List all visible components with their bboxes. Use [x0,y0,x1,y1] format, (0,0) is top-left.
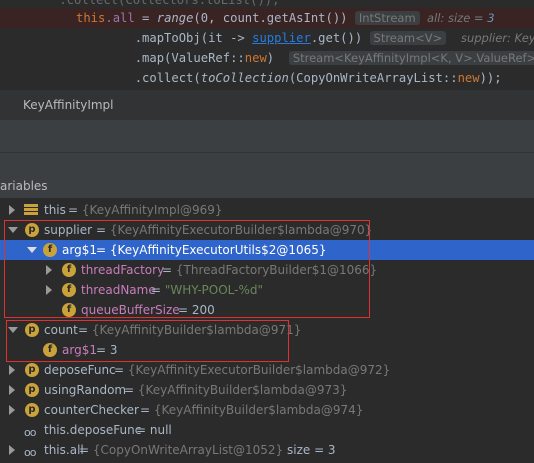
variable-row-this[interactable]: this = {KeyAffinityImpl@969} [0,200,534,220]
expand-arrow-icon[interactable] [9,445,15,455]
variable-row-this-deposefunc[interactable]: oo this.deposeFunc = null [0,420,534,440]
type-hint: IntStream [354,11,420,25]
variable-row-deposefunc[interactable]: p deposeFunc = {KeyAffinityExecutorBuild… [0,360,534,380]
variables-panel-title: ariables [0,179,48,193]
expand-arrow-icon[interactable] [9,385,15,395]
watch-icon: oo [24,446,37,459]
expand-arrow-icon[interactable] [9,365,15,375]
code-line-4: .collect(toCollection(CopyOnWriteArrayLi… [76,71,502,85]
static-fields-icon [24,204,38,216]
param-icon: p [25,363,39,377]
expand-arrow-icon[interactable] [9,405,15,415]
highlight-box-supplier [4,220,370,318]
param-icon: p [25,403,39,417]
variable-row-this-all[interactable]: oo this.all = {CopyOnWriteArrayList@1052… [0,440,534,460]
variables-tree[interactable]: this = {KeyAffinityImpl@969} p supplier … [0,198,534,462]
debug-toolbar-area [0,120,534,152]
highlight-box-count [6,320,289,362]
code-editor[interactable]: .collect(Collectors.toList()); this.all … [0,0,534,88]
expand-arrow-icon[interactable] [9,205,15,215]
breadcrumb[interactable]: KeyAffinityImpl [0,90,534,120]
breadcrumb-item[interactable]: KeyAffinityImpl [23,90,114,120]
param-icon: p [25,383,39,397]
variables-panel-header: ariables [0,152,534,199]
variable-row-usingrandom[interactable]: p usingRandom = {KeyAffinityBuilder$lamb… [0,380,534,400]
supplier-link[interactable]: supplier [252,31,311,45]
code-line-2: .mapToObj(it -> supplier.get()) Stream<V… [76,31,534,45]
type-hint: Stream<KeyAffinityImpl<K, V>.ValueRef> [288,51,534,65]
code-line-3: .map(ValueRef::new) Stream<KeyAffinityIm… [76,48,534,68]
code-line-1: this.all = range(0, count.getAsInt()) In… [76,11,495,25]
variable-row-counterchecker[interactable]: p counterChecker = {KeyAffinityBuilder$l… [0,400,534,420]
type-hint: Stream<V> [369,31,447,45]
